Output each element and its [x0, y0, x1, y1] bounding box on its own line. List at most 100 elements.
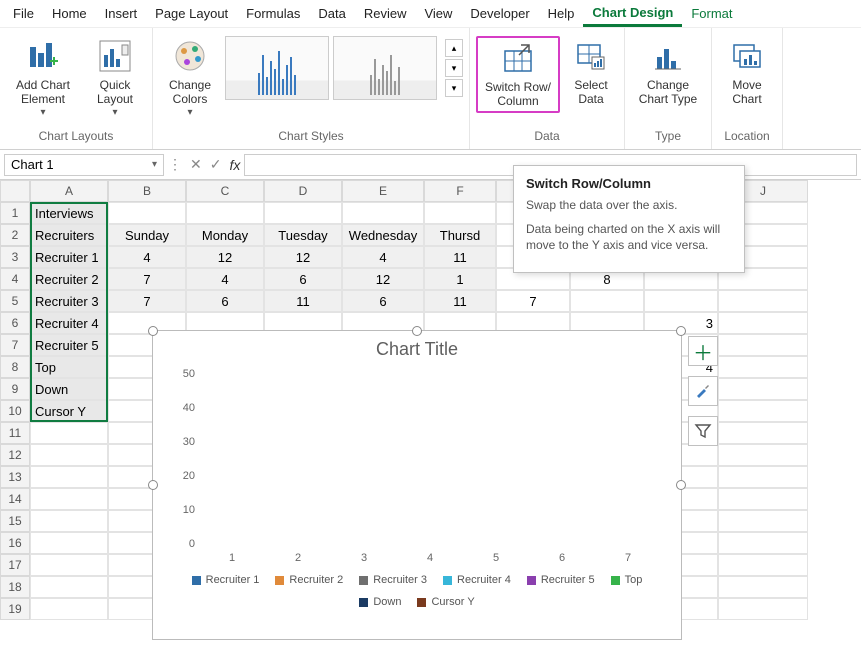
cell[interactable]	[718, 510, 808, 532]
legend-item[interactable]: Top	[611, 574, 643, 586]
cell[interactable]: Sunday	[108, 224, 186, 246]
scroll-down-button[interactable]: ▾	[445, 59, 463, 77]
cell[interactable]: Recruiter 2	[30, 268, 108, 290]
move-chart-button[interactable]: Move Chart	[718, 36, 776, 109]
row-header[interactable]: 6	[0, 312, 30, 334]
cell[interactable]	[718, 554, 808, 576]
cell[interactable]: Recruiters	[30, 224, 108, 246]
col-header-E[interactable]: E	[342, 180, 424, 202]
cell[interactable]: Recruiter 5	[30, 334, 108, 356]
chart-elements-button[interactable]: ＋	[688, 336, 718, 366]
cell[interactable]: 11	[264, 290, 342, 312]
cell[interactable]: Tuesday	[264, 224, 342, 246]
cell[interactable]	[718, 576, 808, 598]
tab-formulas[interactable]: Formulas	[237, 2, 309, 25]
cell[interactable]	[30, 422, 108, 444]
cell[interactable]: 1	[424, 268, 496, 290]
switch-row-column-button[interactable]: Switch Row/ Column	[476, 36, 560, 113]
chart-title[interactable]: Chart Title	[153, 331, 681, 368]
tab-chart-design[interactable]: Chart Design	[583, 1, 682, 27]
cell[interactable]	[718, 400, 808, 422]
row-header[interactable]: 7	[0, 334, 30, 356]
fx-icon[interactable]: fx	[229, 157, 240, 173]
cell[interactable]	[718, 334, 808, 356]
cell[interactable]: Top	[30, 356, 108, 378]
row-header[interactable]: 17	[0, 554, 30, 576]
col-header-C[interactable]: C	[186, 180, 264, 202]
cell[interactable]	[570, 290, 644, 312]
style-thumb-2[interactable]	[333, 36, 437, 100]
row-header[interactable]: 3	[0, 246, 30, 268]
cell[interactable]	[30, 598, 108, 620]
cell[interactable]: 6	[342, 290, 424, 312]
legend-item[interactable]: Recruiter 5	[527, 574, 595, 586]
tab-insert[interactable]: Insert	[96, 2, 147, 25]
cell[interactable]	[424, 202, 496, 224]
cell[interactable]: 7	[108, 290, 186, 312]
gallery-expand-button[interactable]: ▾	[445, 79, 463, 97]
cell[interactable]: Wednesday	[342, 224, 424, 246]
col-header-B[interactable]: B	[108, 180, 186, 202]
cell[interactable]	[30, 554, 108, 576]
col-header-F[interactable]: F	[424, 180, 496, 202]
row-header[interactable]: 10	[0, 400, 30, 422]
cell[interactable]	[30, 488, 108, 510]
legend-item[interactable]: Recruiter 1	[192, 574, 260, 586]
cell[interactable]: 11	[424, 246, 496, 268]
resize-handle[interactable]	[148, 480, 158, 490]
tab-data[interactable]: Data	[309, 2, 354, 25]
cell[interactable]	[718, 466, 808, 488]
cell[interactable]	[30, 466, 108, 488]
row-header[interactable]: 13	[0, 466, 30, 488]
style-thumb-1[interactable]	[225, 36, 329, 100]
row-header[interactable]: 1	[0, 202, 30, 224]
cell[interactable]	[718, 378, 808, 400]
col-header-A[interactable]: A	[30, 180, 108, 202]
cell[interactable]: 4	[342, 246, 424, 268]
cancel-icon[interactable]: ✕	[190, 156, 202, 173]
legend-item[interactable]: Recruiter 2	[275, 574, 343, 586]
tab-format[interactable]: Format	[682, 2, 741, 25]
select-data-button[interactable]: Select Data	[564, 36, 618, 109]
cell[interactable]: 12	[264, 246, 342, 268]
row-header[interactable]: 19	[0, 598, 30, 620]
cell[interactable]	[108, 202, 186, 224]
add-chart-element-button[interactable]: Add Chart Element ▾	[6, 36, 80, 121]
row-header[interactable]: 14	[0, 488, 30, 510]
row-header[interactable]: 11	[0, 422, 30, 444]
cell[interactable]: Recruiter 3	[30, 290, 108, 312]
quick-layout-button[interactable]: Quick Layout ▾	[84, 36, 146, 121]
cell[interactable]	[644, 290, 718, 312]
cell[interactable]	[30, 510, 108, 532]
row-header[interactable]: 5	[0, 290, 30, 312]
chart-styles-button[interactable]	[688, 376, 718, 406]
more-icon[interactable]: ⋮	[168, 156, 182, 173]
change-colors-button[interactable]: Change Colors ▾	[159, 36, 221, 121]
cell[interactable]: Thursd	[424, 224, 496, 246]
cell[interactable]	[30, 576, 108, 598]
row-header[interactable]: 16	[0, 532, 30, 554]
cell[interactable]: 12	[342, 268, 424, 290]
resize-handle[interactable]	[412, 326, 422, 336]
cell[interactable]	[718, 444, 808, 466]
cell[interactable]: Interviews	[30, 202, 108, 224]
chart-filters-button[interactable]	[688, 416, 718, 446]
cell[interactable]: Monday	[186, 224, 264, 246]
cell[interactable]	[186, 202, 264, 224]
row-header[interactable]: 4	[0, 268, 30, 290]
cell[interactable]: 11	[424, 290, 496, 312]
cell[interactable]	[718, 312, 808, 334]
cell[interactable]: 4	[186, 268, 264, 290]
chart-plot-area[interactable]: 50 40 30 20 10 0 1 2 3 4 5 6 7	[169, 368, 665, 568]
cell[interactable]	[718, 422, 808, 444]
col-header-D[interactable]: D	[264, 180, 342, 202]
cell[interactable]	[718, 598, 808, 620]
row-header[interactable]: 9	[0, 378, 30, 400]
tab-page-layout[interactable]: Page Layout	[146, 2, 237, 25]
cell[interactable]: 6	[264, 268, 342, 290]
cell[interactable]	[30, 444, 108, 466]
cell[interactable]: Recruiter 1	[30, 246, 108, 268]
chart-legend[interactable]: Recruiter 1Recruiter 2Recruiter 3Recruit…	[153, 568, 681, 614]
row-header[interactable]: 15	[0, 510, 30, 532]
row-header[interactable]: 2	[0, 224, 30, 246]
